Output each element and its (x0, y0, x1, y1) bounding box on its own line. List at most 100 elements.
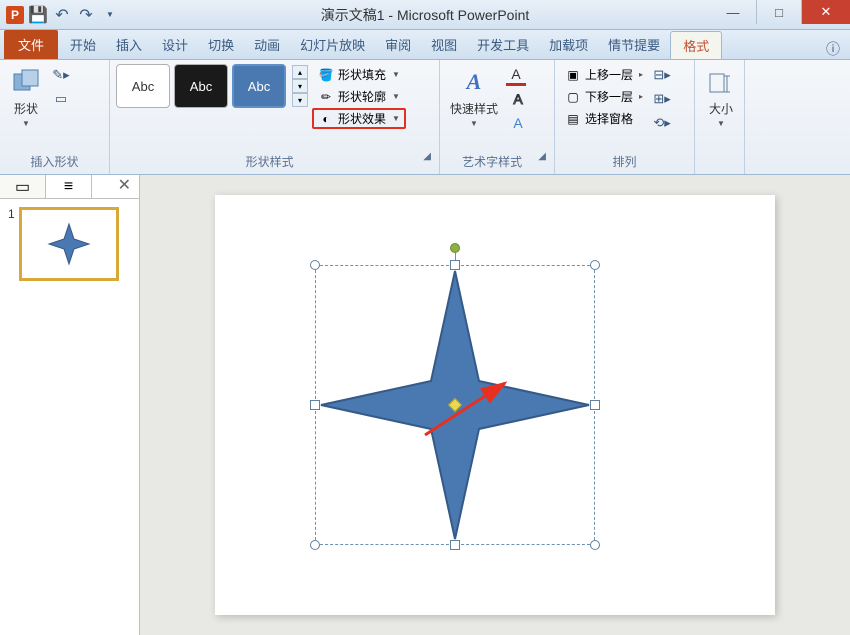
style-preset-2[interactable]: Abc (174, 64, 228, 108)
slide-thumbnail-1[interactable] (19, 207, 119, 281)
quick-styles-label: 快速样式 (450, 100, 498, 117)
ribbon: 形状 ▼ ✎▸ ▭ 插入形状 Abc Abc Abc ▴ ▾ ▾ (0, 60, 850, 175)
resize-handle-tr[interactable] (590, 260, 600, 270)
help-icon[interactable]: ⓘ (826, 39, 840, 59)
qat: P 💾 ↶ ↷ ▼ (0, 5, 120, 25)
align-icon[interactable]: ⊟▸ (651, 64, 673, 86)
text-outline-icon[interactable]: A (506, 88, 530, 110)
resize-handle-br[interactable] (590, 540, 600, 550)
outline-icon: ✏ (318, 89, 334, 105)
fill-icon: 🪣 (318, 67, 334, 83)
tab-home[interactable]: 开始 (60, 30, 106, 59)
slide-canvas[interactable] (215, 195, 775, 615)
chevron-down-icon: ▼ (717, 119, 725, 128)
gallery-more-icon[interactable]: ▾ (292, 93, 308, 107)
text-box-icon[interactable]: ▭ (50, 88, 72, 110)
style-preset-3[interactable]: Abc (232, 64, 286, 108)
tab-insert[interactable]: 插入 (106, 30, 152, 59)
close-button[interactable]: ✕ (802, 0, 850, 24)
resize-handle-bm[interactable] (450, 540, 460, 550)
size-icon (705, 66, 737, 98)
text-effects-icon[interactable]: A (506, 112, 530, 134)
size-label: 大小 (709, 100, 733, 117)
slide-panel: ▭ ≡ ✕ 1 (0, 175, 140, 635)
shape-outline-label: 形状轮廓 (338, 88, 386, 105)
resize-handle-tm[interactable] (450, 260, 460, 270)
shape-effects-label: 形状效果 (338, 110, 386, 127)
redo-icon[interactable]: ↷ (76, 5, 96, 25)
group-size: 大小 ▼ (695, 60, 745, 174)
send-backward-button[interactable]: ▢ 下移一层▸ (561, 86, 647, 107)
panel-tabs: ▭ ≡ ✕ (0, 175, 139, 199)
group-label-wordart: 艺术字样式 (462, 151, 522, 172)
save-icon[interactable]: 💾 (28, 5, 48, 25)
edit-shape-icon[interactable]: ✎▸ (50, 64, 72, 86)
tab-developer[interactable]: 开发工具 (467, 30, 539, 59)
rotate-icon[interactable]: ⟲▸ (651, 112, 673, 134)
gallery-up-icon[interactable]: ▴ (292, 65, 308, 79)
effects-icon: ◐ (318, 111, 334, 127)
window-title: 演示文稿1 - Microsoft PowerPoint (321, 5, 530, 25)
tab-file[interactable]: 文件 (4, 30, 58, 59)
qat-more-icon[interactable]: ▼ (100, 5, 120, 25)
shapes-label: 形状 (14, 100, 38, 117)
group-label-arrange: 排列 (561, 151, 688, 172)
tab-addins[interactable]: 加载项 (539, 30, 598, 59)
group-icon[interactable]: ⊞▸ (651, 88, 673, 110)
quick-styles-button[interactable]: A 快速样式 ▼ (446, 64, 502, 130)
tab-view[interactable]: 视图 (421, 30, 467, 59)
panel-close-icon[interactable]: ✕ (110, 175, 139, 198)
shape-effects-button[interactable]: ◐ 形状效果 ▼ (312, 108, 406, 129)
shapes-button[interactable]: 形状 ▼ (6, 64, 46, 130)
styles-launcher-icon[interactable]: ◢ (423, 151, 433, 172)
selected-shape[interactable] (315, 265, 595, 545)
shapes-icon (10, 66, 42, 98)
maximize-button[interactable]: □ (756, 0, 802, 24)
tab-slideshow[interactable]: 幻灯片放映 (290, 30, 375, 59)
size-button[interactable]: 大小 ▼ (701, 64, 741, 130)
selection-pane-icon: ▤ (565, 111, 581, 127)
resize-handle-tl[interactable] (310, 260, 320, 270)
text-fill-icon[interactable]: A (506, 64, 526, 86)
workspace: ▭ ≡ ✕ 1 (0, 175, 850, 635)
outline-tab[interactable]: ≡ (46, 175, 92, 198)
chevron-down-icon: ▼ (22, 119, 30, 128)
resize-handle-mr[interactable] (590, 400, 600, 410)
tab-storyboard[interactable]: 情节提要 (598, 30, 670, 59)
tab-animations[interactable]: 动画 (244, 30, 290, 59)
bring-forward-button[interactable]: ▣ 上移一层▸ (561, 64, 647, 85)
titlebar: P 💾 ↶ ↷ ▼ 演示文稿1 - Microsoft PowerPoint —… (0, 0, 850, 30)
window-controls: — □ ✕ (710, 0, 850, 24)
slides-tab[interactable]: ▭ (0, 175, 46, 198)
selection-pane-button[interactable]: ▤ 选择窗格 (561, 108, 647, 129)
style-preset-1[interactable]: Abc (116, 64, 170, 108)
shape-outline-button[interactable]: ✏ 形状轮廓 ▼ (312, 86, 406, 107)
tab-review[interactable]: 审阅 (375, 30, 421, 59)
selection-pane-label: 选择窗格 (585, 110, 633, 127)
minimize-button[interactable]: — (710, 0, 756, 24)
tab-transitions[interactable]: 切换 (198, 30, 244, 59)
tab-format[interactable]: 格式 (670, 31, 722, 59)
resize-handle-bl[interactable] (310, 540, 320, 550)
ribbon-tabs: 文件 开始 插入 设计 切换 动画 幻灯片放映 审阅 视图 开发工具 加载项 情… (0, 30, 850, 60)
tab-design[interactable]: 设计 (152, 30, 198, 59)
gallery-down-icon[interactable]: ▾ (292, 79, 308, 93)
send-backward-icon: ▢ (565, 89, 581, 105)
canvas-area[interactable] (140, 175, 850, 635)
rotate-handle[interactable] (450, 243, 460, 253)
undo-icon[interactable]: ↶ (52, 5, 72, 25)
thumb-number: 1 (8, 207, 15, 281)
group-shape-styles: Abc Abc Abc ▴ ▾ ▾ 🪣 形状填充 ▼ ✏ 形状轮廓 (110, 60, 440, 174)
group-arrange: ▣ 上移一层▸ ▢ 下移一层▸ ▤ 选择窗格 ⊟▸ ⊞▸ ⟲▸ 排列 (555, 60, 695, 174)
app-icon[interactable]: P (6, 6, 24, 24)
shape-fill-button[interactable]: 🪣 形状填充 ▼ (312, 64, 406, 85)
resize-handle-ml[interactable] (310, 400, 320, 410)
chevron-down-icon: ▼ (392, 114, 400, 123)
wordart-launcher-icon[interactable]: ◢ (538, 151, 548, 172)
chevron-down-icon: ▼ (470, 119, 478, 128)
send-backward-label: 下移一层 (585, 88, 633, 105)
bring-forward-icon: ▣ (565, 67, 581, 83)
wordart-icon: A (458, 66, 490, 98)
group-label-styles: 形状样式 (246, 151, 294, 172)
bring-forward-label: 上移一层 (585, 66, 633, 83)
